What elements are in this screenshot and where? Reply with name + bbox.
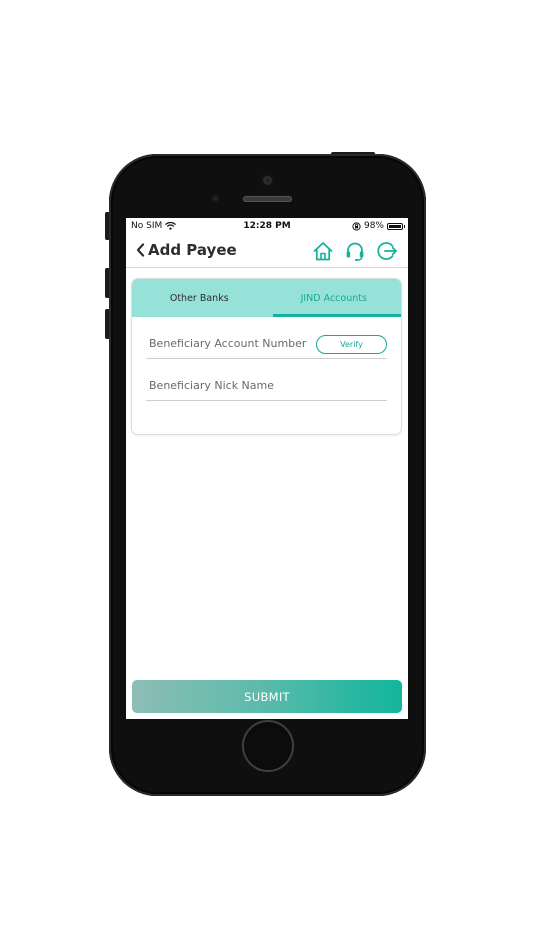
device-mockup: No SIM 12:28 PM 98% Add Payee Other Bank… bbox=[0, 0, 534, 950]
battery-percent: 98% bbox=[363, 221, 384, 231]
add-payee-card: Other Banks JIND Accounts Beneficiary Ac… bbox=[132, 279, 401, 434]
logout-icon[interactable] bbox=[376, 240, 398, 262]
earpiece-speaker bbox=[243, 196, 292, 202]
account-number-label: Beneficiary Account Number bbox=[149, 337, 307, 350]
proximity-sensor bbox=[211, 194, 220, 203]
tab-other-banks[interactable]: Other Banks bbox=[132, 279, 267, 317]
orientation-lock-icon bbox=[352, 221, 361, 231]
submit-button[interactable]: SUBMIT bbox=[132, 680, 402, 713]
page-title: Add Payee bbox=[148, 241, 237, 259]
home-button[interactable] bbox=[242, 720, 294, 772]
front-camera bbox=[261, 174, 274, 187]
app-screen: No SIM 12:28 PM 98% Add Payee Other Bank… bbox=[126, 218, 408, 719]
chevron-left-icon bbox=[136, 243, 145, 257]
tab-jind-accounts[interactable]: JIND Accounts bbox=[267, 279, 402, 317]
tab-bar: Other Banks JIND Accounts bbox=[132, 279, 401, 317]
battery-fill bbox=[389, 224, 401, 228]
status-bar: No SIM 12:28 PM 98% bbox=[126, 218, 408, 235]
home-icon[interactable] bbox=[312, 240, 334, 262]
account-number-field[interactable]: Beneficiary Account Number Verify bbox=[146, 334, 387, 359]
headset-icon[interactable] bbox=[344, 240, 366, 262]
battery-icon bbox=[387, 222, 405, 230]
nick-name-field[interactable]: Beneficiary Nick Name bbox=[146, 376, 387, 401]
verify-button[interactable]: Verify bbox=[316, 335, 387, 354]
back-button[interactable]: Add Payee bbox=[136, 241, 237, 259]
app-header: Add Payee bbox=[126, 235, 408, 268]
nick-name-label: Beneficiary Nick Name bbox=[149, 379, 275, 392]
